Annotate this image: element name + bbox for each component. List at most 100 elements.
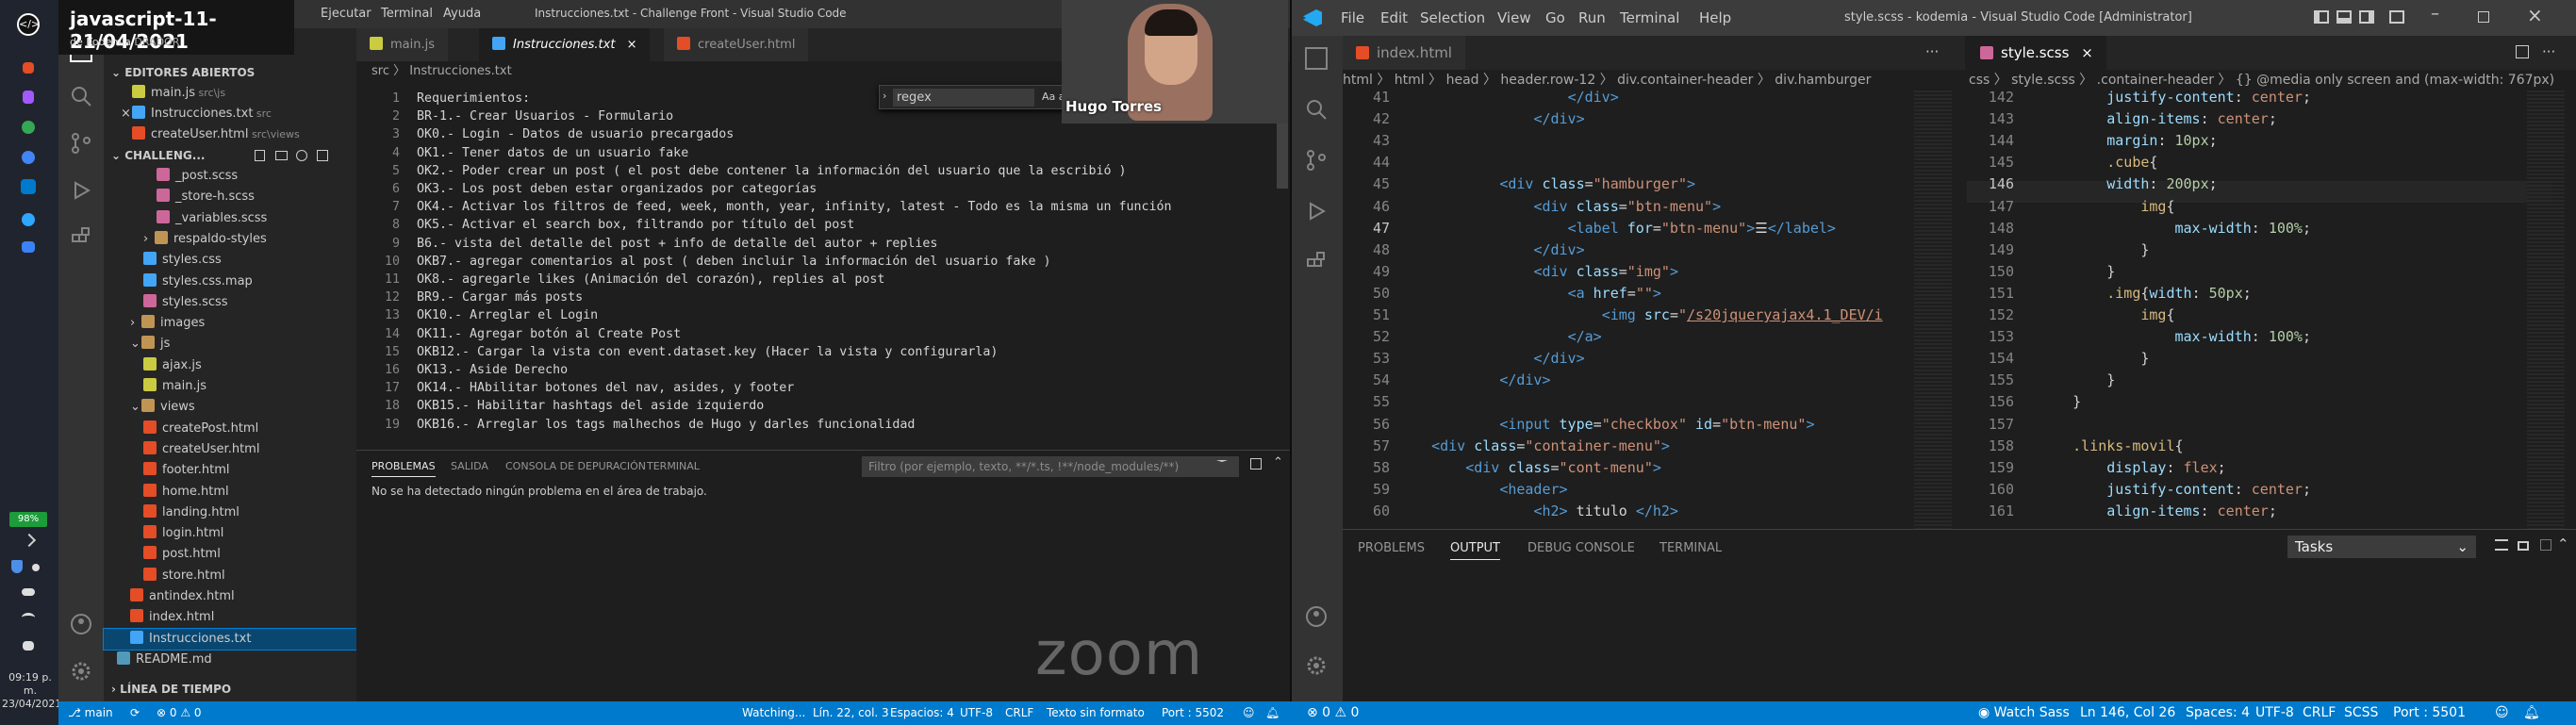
wifi-icon[interactable] bbox=[22, 613, 35, 622]
status-problems[interactable]: ⊗ 0 ⚠ 0 bbox=[1307, 701, 1359, 725]
timeline-header[interactable]: › LÍNEA DE TIEMPO bbox=[104, 679, 356, 700]
menu-help[interactable]: Help bbox=[1699, 9, 1731, 26]
status-problems[interactable]: ⊗ 0 ⚠ 0 bbox=[157, 701, 202, 725]
status-encoding[interactable]: UTF-8 bbox=[960, 701, 993, 725]
run-debug-icon[interactable] bbox=[1305, 200, 1328, 222]
file-tree-item[interactable]: antindex.html bbox=[104, 586, 356, 607]
app-logo-icon[interactable]: </> bbox=[17, 13, 40, 36]
new-file-icon[interactable] bbox=[255, 150, 265, 161]
open-editor-item[interactable]: × Instrucciones.txt src bbox=[104, 104, 356, 124]
file-tree-item[interactable]: _variables.scss bbox=[104, 208, 356, 229]
file-tree-item[interactable]: README.md bbox=[104, 650, 356, 670]
chrome-icon[interactable] bbox=[22, 121, 35, 134]
battery-indicator[interactable]: 98% bbox=[9, 512, 47, 527]
maximize-panel-icon[interactable] bbox=[2540, 539, 2551, 551]
open-editors-header[interactable]: ⌄ EDITORES ABIERTOS bbox=[104, 62, 356, 83]
breadcrumb[interactable]: src 〉 Instrucciones.txt bbox=[356, 61, 512, 82]
tab-createuser-html[interactable]: createUser.html bbox=[664, 28, 810, 61]
figma-icon[interactable] bbox=[23, 91, 34, 104]
menu-run[interactable]: Ejecutar bbox=[321, 7, 372, 21]
project-header[interactable]: ⌄ CHALLENG... bbox=[104, 145, 356, 166]
file-tree-item[interactable]: ⌄ views bbox=[104, 397, 356, 418]
close-window-icon[interactable]: × bbox=[2527, 4, 2543, 26]
panel-tab-problems[interactable]: PROBLEMAS bbox=[372, 460, 436, 477]
new-folder-icon[interactable] bbox=[275, 151, 288, 160]
panel-tab-output[interactable]: SALIDA bbox=[451, 460, 488, 472]
chevron-right-icon[interactable]: › bbox=[883, 90, 886, 102]
status-position[interactable]: Ln 146, Col 26 bbox=[2080, 701, 2175, 725]
status-watch-sass[interactable]: ◉ Watch Sass bbox=[1978, 701, 2070, 725]
feedback-icon[interactable]: ☺ bbox=[1243, 701, 1255, 725]
chevron-down-icon[interactable]: ⌄ bbox=[130, 397, 141, 418]
file-tree-item[interactable]: _post.scss bbox=[104, 166, 356, 187]
vscode-icon[interactable] bbox=[21, 179, 36, 194]
file-tree-item[interactable]: _store-h.scss bbox=[104, 187, 356, 207]
more-actions-icon[interactable]: ··· bbox=[1925, 43, 1939, 60]
panel-tab-debug-console[interactable]: CONSOLA DE DEPURACIÓN bbox=[505, 460, 646, 472]
tab-style-scss[interactable]: style.scss × bbox=[1967, 36, 2107, 70]
split-editor-icon[interactable] bbox=[2359, 10, 2374, 24]
panel-tab-output[interactable]: OUTPUT bbox=[1450, 541, 1500, 560]
tab-index-html[interactable]: index.html bbox=[1343, 36, 1466, 70]
system-clock[interactable]: 09:19 p. m. 23/04/2021 bbox=[2, 671, 61, 711]
status-language-mode[interactable]: Texto sin formato bbox=[1047, 701, 1145, 725]
close-icon[interactable]: × bbox=[627, 38, 637, 52]
file-tree-item[interactable]: store.html bbox=[104, 566, 356, 586]
status-encoding[interactable]: UTF-8 bbox=[2255, 701, 2294, 725]
file-tree-item[interactable]: styles.scss bbox=[104, 292, 356, 313]
open-editor-item[interactable]: main.js src\js bbox=[104, 83, 356, 104]
status-branch[interactable]: ⎇ main bbox=[68, 701, 113, 725]
file-tree-item[interactable]: styles.css bbox=[104, 250, 356, 271]
panel-tab-terminal[interactable]: TERMINAL bbox=[647, 460, 700, 472]
pen-icon[interactable] bbox=[32, 564, 40, 571]
file-tree-item[interactable]: Instrucciones.txt bbox=[103, 627, 357, 651]
file-tree-item[interactable]: › images bbox=[104, 313, 356, 334]
panel-tab-problems[interactable]: PROBLEMS bbox=[1358, 541, 1425, 555]
status-language-mode[interactable]: SCSS bbox=[2344, 701, 2378, 725]
close-icon[interactable]: × bbox=[121, 104, 132, 124]
menu-terminal[interactable]: Terminal bbox=[1620, 9, 1679, 26]
panel-tab-debug-console[interactable]: DEBUG CONSOLE bbox=[1527, 541, 1635, 555]
more-actions-icon[interactable]: ··· bbox=[2542, 43, 2555, 60]
maximize-panel-icon[interactable] bbox=[1250, 458, 1262, 470]
notifications-bell-icon[interactable]: 🔔︎ bbox=[1265, 701, 1280, 725]
left-code-editor[interactable]: 1 Requerimientos: 2 BR-1.- Crear Usuarios -… bbox=[356, 82, 1290, 450]
volume-icon[interactable] bbox=[23, 641, 34, 651]
menu-edit[interactable]: Edit bbox=[1380, 9, 1408, 26]
menu-selection[interactable]: Selection bbox=[1420, 9, 1485, 26]
find-input[interactable]: regex bbox=[893, 89, 1034, 107]
file-tree-item[interactable]: footer.html bbox=[104, 460, 356, 481]
menu-view[interactable]: View bbox=[1497, 9, 1531, 26]
file-tree-item[interactable]: styles.css.map bbox=[104, 272, 356, 292]
menu-help[interactable]: Ayuda bbox=[443, 7, 481, 21]
settings-gear-icon[interactable] bbox=[1305, 654, 1328, 677]
chrome-alt-icon[interactable] bbox=[22, 151, 35, 164]
status-watching[interactable]: Watching... bbox=[742, 701, 805, 725]
panel-tab-terminal[interactable]: TERMINAL bbox=[1660, 541, 1722, 555]
status-port[interactable]: Port : 5501 bbox=[2393, 701, 2466, 725]
file-tree-item[interactable]: post.html bbox=[104, 544, 356, 565]
minimize-window-icon[interactable]: – bbox=[2431, 4, 2439, 24]
git-icon[interactable] bbox=[23, 62, 34, 74]
close-icon[interactable]: × bbox=[2081, 44, 2093, 61]
file-tree-item[interactable]: landing.html bbox=[104, 503, 356, 523]
file-tree-item[interactable]: createPost.html bbox=[104, 419, 356, 439]
collapse-all-icon[interactable] bbox=[317, 150, 328, 161]
status-spaces[interactable]: Espacios: 4 bbox=[890, 701, 954, 725]
minimap[interactable] bbox=[1914, 91, 1952, 529]
file-tree-item[interactable]: home.html bbox=[104, 482, 356, 503]
chevron-right-icon[interactable]: › bbox=[130, 313, 141, 334]
status-eol[interactable]: CRLF bbox=[1005, 701, 1033, 725]
scss-code-editor[interactable]: 142 justify-content: center; 143 align-it… bbox=[1967, 91, 2576, 529]
tab-main-js[interactable]: main.js bbox=[356, 28, 449, 61]
chevron-right-icon[interactable] bbox=[22, 533, 37, 548]
search-icon[interactable] bbox=[70, 85, 92, 107]
file-tree-item[interactable]: ajax.js bbox=[104, 355, 356, 376]
minimap[interactable] bbox=[2527, 91, 2565, 529]
source-control-icon[interactable] bbox=[1305, 149, 1328, 172]
file-tree-item[interactable]: ⌄ js bbox=[104, 334, 356, 354]
settings-gear-icon[interactable] bbox=[70, 660, 92, 683]
html-code-editor[interactable]: 41 </div> 42 </div> 43 44 45 <div class="ham… bbox=[1343, 91, 1965, 529]
status-port[interactable]: Port : 5502 bbox=[1162, 701, 1224, 725]
chevron-right-icon[interactable]: › bbox=[143, 229, 155, 250]
